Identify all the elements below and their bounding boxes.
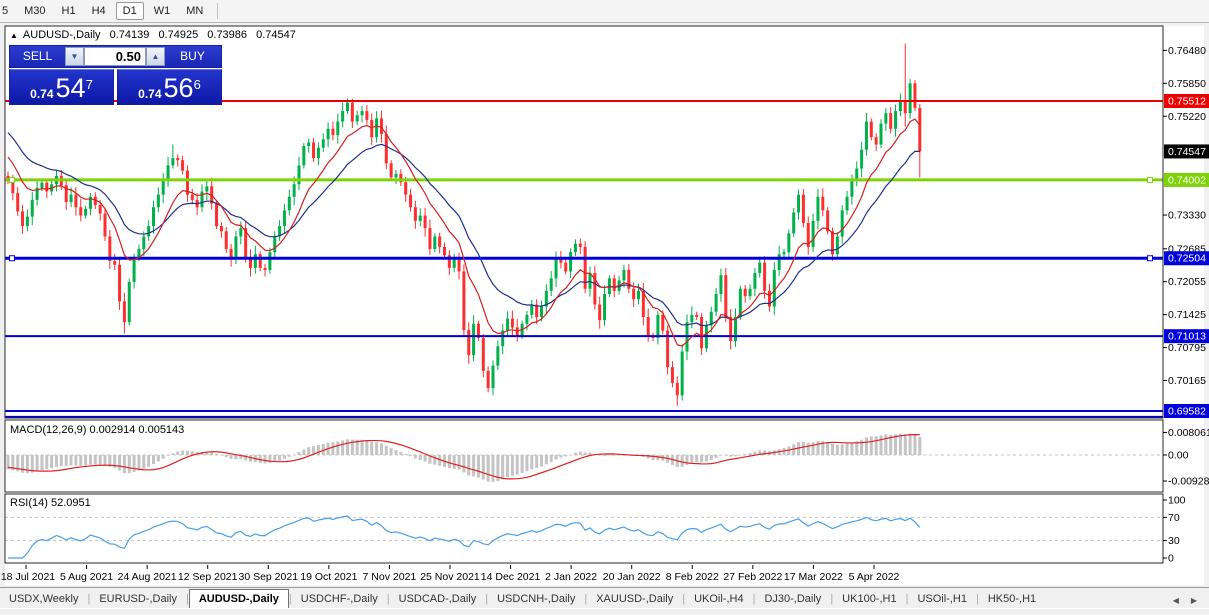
buy-price-base: 0.74 <box>138 87 162 101</box>
svg-text:0.74002: 0.74002 <box>1168 174 1206 186</box>
sell-price-point: 7 <box>85 77 93 92</box>
ohlc-low: 0.73986 <box>207 29 248 41</box>
tab-ukoil[interactable]: UKOil-,H4 <box>685 590 753 608</box>
svg-text:17 Mar 2022: 17 Mar 2022 <box>784 571 843 583</box>
tab-hk50[interactable]: HK50-,H1 <box>979 590 1045 608</box>
tab-dj30[interactable]: DJ30-,Daily <box>755 590 830 608</box>
volume-decrease-button[interactable]: ▼ <box>65 47 84 66</box>
svg-text:0.69582: 0.69582 <box>1168 405 1206 417</box>
svg-text:0.72055: 0.72055 <box>1168 276 1206 288</box>
svg-text:24 Aug 2021: 24 Aug 2021 <box>118 571 177 583</box>
tab-eurusd[interactable]: EURUSD-,Daily <box>90 590 186 608</box>
svg-text:0.70795: 0.70795 <box>1168 342 1206 354</box>
tab-xauusd[interactable]: XAUUSD-,Daily <box>587 590 682 608</box>
one-click-trading-panel: SELL ▼ ▲ BUY 0.74 54 7 0.74 56 6 <box>9 45 222 105</box>
svg-text:19 Oct 2021: 19 Oct 2021 <box>300 571 357 583</box>
sell-price-pips: 54 <box>55 73 86 103</box>
svg-text:0.75850: 0.75850 <box>1168 78 1206 90</box>
sell-price-display[interactable]: 0.74 54 7 <box>9 69 114 105</box>
svg-text:18 Jul 2021: 18 Jul 2021 <box>1 571 55 583</box>
tab-usdchf[interactable]: USDCHF-,Daily <box>292 590 387 608</box>
ohlc-high: 0.74925 <box>158 29 199 41</box>
svg-text:12 Sep 2021: 12 Sep 2021 <box>178 571 238 583</box>
svg-text:-0.009286: -0.009286 <box>1168 476 1209 488</box>
svg-text:7 Nov 2021: 7 Nov 2021 <box>363 571 417 583</box>
tab-scroll-left-icon[interactable]: ◀ <box>1167 593 1185 608</box>
svg-text:0.72504: 0.72504 <box>1168 253 1206 265</box>
svg-text:5 Aug 2021: 5 Aug 2021 <box>60 571 113 583</box>
symbol-tab-bar: USDX,Weekly | EURUSD-,Daily | AUDUSD-,Daily |… <box>0 587 1209 609</box>
svg-text:0: 0 <box>1168 553 1174 565</box>
svg-text:0.73330: 0.73330 <box>1168 210 1206 222</box>
svg-text:5 Apr 2022: 5 Apr 2022 <box>849 571 900 583</box>
sell-price-base: 0.74 <box>30 87 54 101</box>
tab-scroll-right-icon[interactable]: ▶ <box>1185 593 1203 608</box>
svg-text:0.71013: 0.71013 <box>1168 331 1206 343</box>
rsi-indicator-label: RSI(14) 52.0951 <box>10 497 91 509</box>
macd-indicator-label: MACD(12,26,9) 0.002914 0.005143 <box>10 424 185 436</box>
svg-text:0.75220: 0.75220 <box>1168 111 1206 123</box>
svg-text:0.75512: 0.75512 <box>1168 96 1206 108</box>
svg-text:30 Sep 2021: 30 Sep 2021 <box>238 571 298 583</box>
svg-text:27 Feb 2022: 27 Feb 2022 <box>723 571 782 583</box>
svg-text:0.74547: 0.74547 <box>1168 146 1206 158</box>
svg-text:0.71425: 0.71425 <box>1168 309 1206 321</box>
buy-button[interactable]: BUY <box>165 46 220 67</box>
tab-usdcad[interactable]: USDCAD-,Daily <box>390 590 486 608</box>
svg-text:20 Jan 2022: 20 Jan 2022 <box>603 571 661 583</box>
tab-audusd[interactable]: AUDUSD-,Daily <box>188 589 289 609</box>
tab-scroll-buttons: ◀ ▶ <box>1167 593 1209 608</box>
svg-text:0.70165: 0.70165 <box>1168 375 1206 387</box>
svg-text:0.008061: 0.008061 <box>1168 427 1209 439</box>
svg-text:70: 70 <box>1168 512 1180 524</box>
trading-app-window: 5 M30 H1 H4 D1 W1 MN 0.76480 0.75850 0.75220 0.73… <box>0 0 1209 615</box>
ohlc-open: 0.74139 <box>109 29 150 41</box>
svg-text:25 Nov 2021: 25 Nov 2021 <box>420 571 480 583</box>
svg-text:100: 100 <box>1168 495 1186 507</box>
volume-increase-button[interactable]: ▲ <box>146 47 165 66</box>
chart-title: ▲ AUDUSD-,Daily 0.74139 0.74925 0.73986 0… <box>10 29 296 41</box>
buy-price-point: 6 <box>193 77 201 92</box>
tab-usdx[interactable]: USDX,Weekly <box>0 590 87 608</box>
svg-text:30: 30 <box>1168 535 1180 547</box>
svg-text:14 Dec 2021: 14 Dec 2021 <box>481 571 541 583</box>
svg-text:8 Feb 2022: 8 Feb 2022 <box>666 571 719 583</box>
symbol-period-label: AUDUSD-,Daily <box>22 29 101 41</box>
buy-price-display[interactable]: 0.74 56 6 <box>117 69 222 105</box>
svg-text:2 Jan 2022: 2 Jan 2022 <box>545 571 597 583</box>
tab-uk100[interactable]: UK100-,H1 <box>833 590 905 608</box>
sell-button[interactable]: SELL <box>10 46 65 67</box>
volume-input[interactable] <box>84 47 146 66</box>
svg-text:0.00: 0.00 <box>1168 450 1189 462</box>
ohlc-close: 0.74547 <box>256 29 296 41</box>
tab-usoil[interactable]: USOil-,H1 <box>908 590 976 608</box>
collapse-arrow-icon[interactable]: ▲ <box>10 31 18 40</box>
tab-usdcnh[interactable]: USDCNH-,Daily <box>488 590 584 608</box>
svg-text:0.76480: 0.76480 <box>1168 45 1206 57</box>
status-bar <box>0 608 1209 615</box>
buy-price-pips: 56 <box>163 73 194 103</box>
